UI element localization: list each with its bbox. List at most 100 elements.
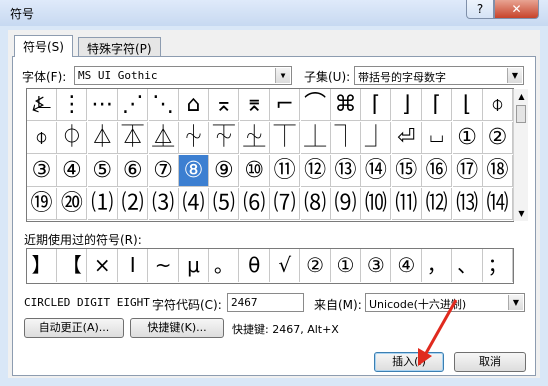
symbol-cell[interactable]: ⑳ (57, 188, 88, 220)
symbol-cell[interactable]: ⒀ (452, 188, 483, 220)
symbol-cell[interactable]: ⑲ (27, 188, 57, 220)
symbol-grid[interactable]: ▲ ▼ ⍼ ⋮ ⋯ ⋰ ⋱ ⌂ ⌅ ⌆ ⌐ ⌒ ⌘ ⌈ ⌋ ⌈ ⌊ ⌽ ⌽ ⏀ ⏃ ⏄ ⏅ ⏆ ⏇ ⏈ ⏉ ⏊ ⏋ ⏌ ⏎ ⏘ ① ② ③ ④ ⑤ ⑥… (26, 88, 528, 222)
symbol-cell[interactable]: ⏅ (148, 122, 179, 154)
symbol-cell[interactable]: ⑿ (422, 188, 453, 220)
symbol-cell[interactable]: ⑴ (87, 188, 118, 220)
symbol-cell[interactable]: ⌘ (331, 89, 361, 121)
symbol-cell[interactable]: ⌅ (209, 89, 240, 121)
recent-symbol-cell[interactable]: ~ (149, 249, 179, 282)
symbol-cell[interactable]: ⑮ (391, 155, 422, 187)
cancel-button[interactable]: 取消 (454, 352, 526, 372)
chevron-down-icon[interactable]: ▼ (275, 68, 290, 83)
chevron-down-icon[interactable]: ▼ (507, 68, 522, 83)
symbol-cell[interactable]: ⏇ (209, 122, 240, 154)
symbol-cell[interactable]: ⑫ (300, 155, 331, 187)
symbol-cell[interactable]: ⌊ (452, 89, 483, 121)
recent-symbols-strip[interactable]: 】【× Ⅰ ~ μ。 θ √ ② ① ③ ④，、； (26, 248, 514, 284)
recent-symbol-cell[interactable]: 。 (209, 249, 240, 282)
insert-button[interactable]: 插入(I) (374, 352, 444, 372)
symbol-cell[interactable]: ⑽ (361, 188, 392, 220)
recent-symbol-cell[interactable]: ① (331, 249, 361, 282)
symbol-cell[interactable]: ⌽ (483, 89, 513, 121)
recent-symbol-cell[interactable]: 、 (453, 249, 483, 282)
help-button[interactable]: ? (466, 0, 494, 19)
symbol-cell[interactable]: ⑱ (483, 155, 513, 187)
symbol-cell[interactable]: ⏘ (422, 122, 453, 154)
tab-symbols[interactable]: 符号(S) (14, 35, 73, 57)
recent-symbol-cell[interactable]: × (88, 249, 118, 282)
symbol-cell[interactable]: ⌆ (239, 89, 270, 121)
symbol-cell[interactable]: ⒁ (483, 188, 513, 220)
symbol-cell[interactable]: ② (483, 122, 513, 154)
symbol-cell[interactable]: ⑯ (422, 155, 453, 187)
symbol-cell[interactable]: ⑷ (179, 188, 209, 220)
symbol-cell[interactable]: ⋯ (87, 89, 118, 121)
symbol-cell[interactable]: ⌒ (300, 89, 331, 121)
symbol-cell[interactable]: ⑵ (118, 188, 149, 220)
recent-symbol-cell[interactable]: ④ (392, 249, 422, 282)
from-dropdown[interactable]: Unicode(十六进制) ▼ (365, 293, 525, 312)
symbol-cell[interactable]: ① (452, 122, 483, 154)
symbol-cell[interactable]: ⑬ (331, 155, 361, 187)
symbol-cell[interactable]: ⌽ (27, 122, 57, 154)
symbol-cell[interactable]: ⌐ (270, 89, 301, 121)
recent-symbol-cell[interactable]: √ (270, 249, 301, 282)
symbol-cell[interactable]: ⏀ (57, 122, 88, 154)
close-button[interactable]: ✕ (494, 0, 539, 19)
symbol-cell[interactable]: ⏄ (118, 122, 149, 154)
tab-special-characters[interactable]: 特殊字符(P) (78, 37, 161, 57)
chevron-down-icon[interactable]: ▼ (508, 295, 523, 310)
grid-scrollbar[interactable]: ▲ ▼ (513, 89, 528, 221)
symbol-cell[interactable]: ⍼ (27, 89, 57, 121)
symbol-cell[interactable]: ⑹ (239, 188, 270, 220)
recent-symbol-cell[interactable]: ② (301, 249, 331, 282)
recent-symbol-cell[interactable]: 【 (57, 249, 88, 282)
symbol-cell[interactable]: ⏌ (361, 122, 392, 154)
scroll-thumb[interactable] (516, 105, 526, 123)
autocorrect-button[interactable]: 自动更正(A)... (24, 318, 124, 338)
symbol-cell[interactable]: ⑪ (270, 155, 301, 187)
symbol-cell[interactable]: ⑩ (239, 155, 270, 187)
symbol-cell[interactable]: ⌋ (391, 89, 422, 121)
symbol-cell[interactable]: ⌂ (179, 89, 209, 121)
subset-dropdown[interactable]: 带括号的字母数字 ▼ (354, 66, 524, 85)
symbol-cell[interactable]: ⑼ (331, 188, 361, 220)
recent-symbol-cell[interactable]: ； (483, 249, 513, 282)
symbol-cell[interactable]: ③ (27, 155, 57, 187)
scroll-up-icon[interactable]: ▲ (514, 89, 529, 104)
symbol-cell[interactable]: ⑾ (391, 188, 422, 220)
symbol-cell[interactable]: ⋱ (148, 89, 179, 121)
symbol-cell[interactable]: ⌈ (422, 89, 453, 121)
symbol-cell[interactable]: ⏊ (300, 122, 331, 154)
font-dropdown[interactable]: MS UI Gothic ▼ (74, 66, 292, 85)
recent-symbol-cell[interactable]: θ (240, 249, 270, 282)
symbol-cell[interactable]: ⑥ (118, 155, 149, 187)
recent-symbol-cell[interactable]: Ⅰ (118, 249, 149, 282)
symbol-cell[interactable]: ⑸ (209, 188, 240, 220)
symbol-cell[interactable]: ⏉ (270, 122, 301, 154)
symbol-cell[interactable]: ⑨ (209, 155, 240, 187)
symbol-cell[interactable]: ⑭ (361, 155, 392, 187)
shortcut-key-button[interactable]: 快捷键(K)... (130, 318, 224, 338)
recent-symbol-cell[interactable]: ， (422, 249, 453, 282)
symbol-cell[interactable]: ⑧ (179, 155, 209, 187)
symbol-cell[interactable]: ⏋ (331, 122, 361, 154)
symbol-cell[interactable]: ⏈ (239, 122, 270, 154)
symbol-cell[interactable]: ⑤ (87, 155, 118, 187)
recent-symbol-cell[interactable]: μ (179, 249, 209, 282)
symbol-cell[interactable]: ⋰ (118, 89, 149, 121)
symbol-cell[interactable]: ⑺ (270, 188, 301, 220)
symbol-cell[interactable]: ⏎ (391, 122, 422, 154)
symbol-cell[interactable]: ⑦ (148, 155, 179, 187)
scroll-down-icon[interactable]: ▼ (514, 206, 529, 221)
symbol-cell[interactable]: ④ (57, 155, 88, 187)
recent-symbol-cell[interactable]: ③ (361, 249, 392, 282)
symbol-cell[interactable]: ⑶ (148, 188, 179, 220)
symbol-cell[interactable]: ⏆ (179, 122, 209, 154)
symbol-cell[interactable]: ⌈ (361, 89, 392, 121)
recent-symbol-cell[interactable]: 】 (27, 249, 57, 282)
symbol-cell[interactable]: ⑰ (452, 155, 483, 187)
char-code-input[interactable]: 2467 (227, 293, 304, 312)
symbol-cell[interactable]: ⑻ (300, 188, 331, 220)
symbol-cell[interactable]: ⏃ (87, 122, 118, 154)
